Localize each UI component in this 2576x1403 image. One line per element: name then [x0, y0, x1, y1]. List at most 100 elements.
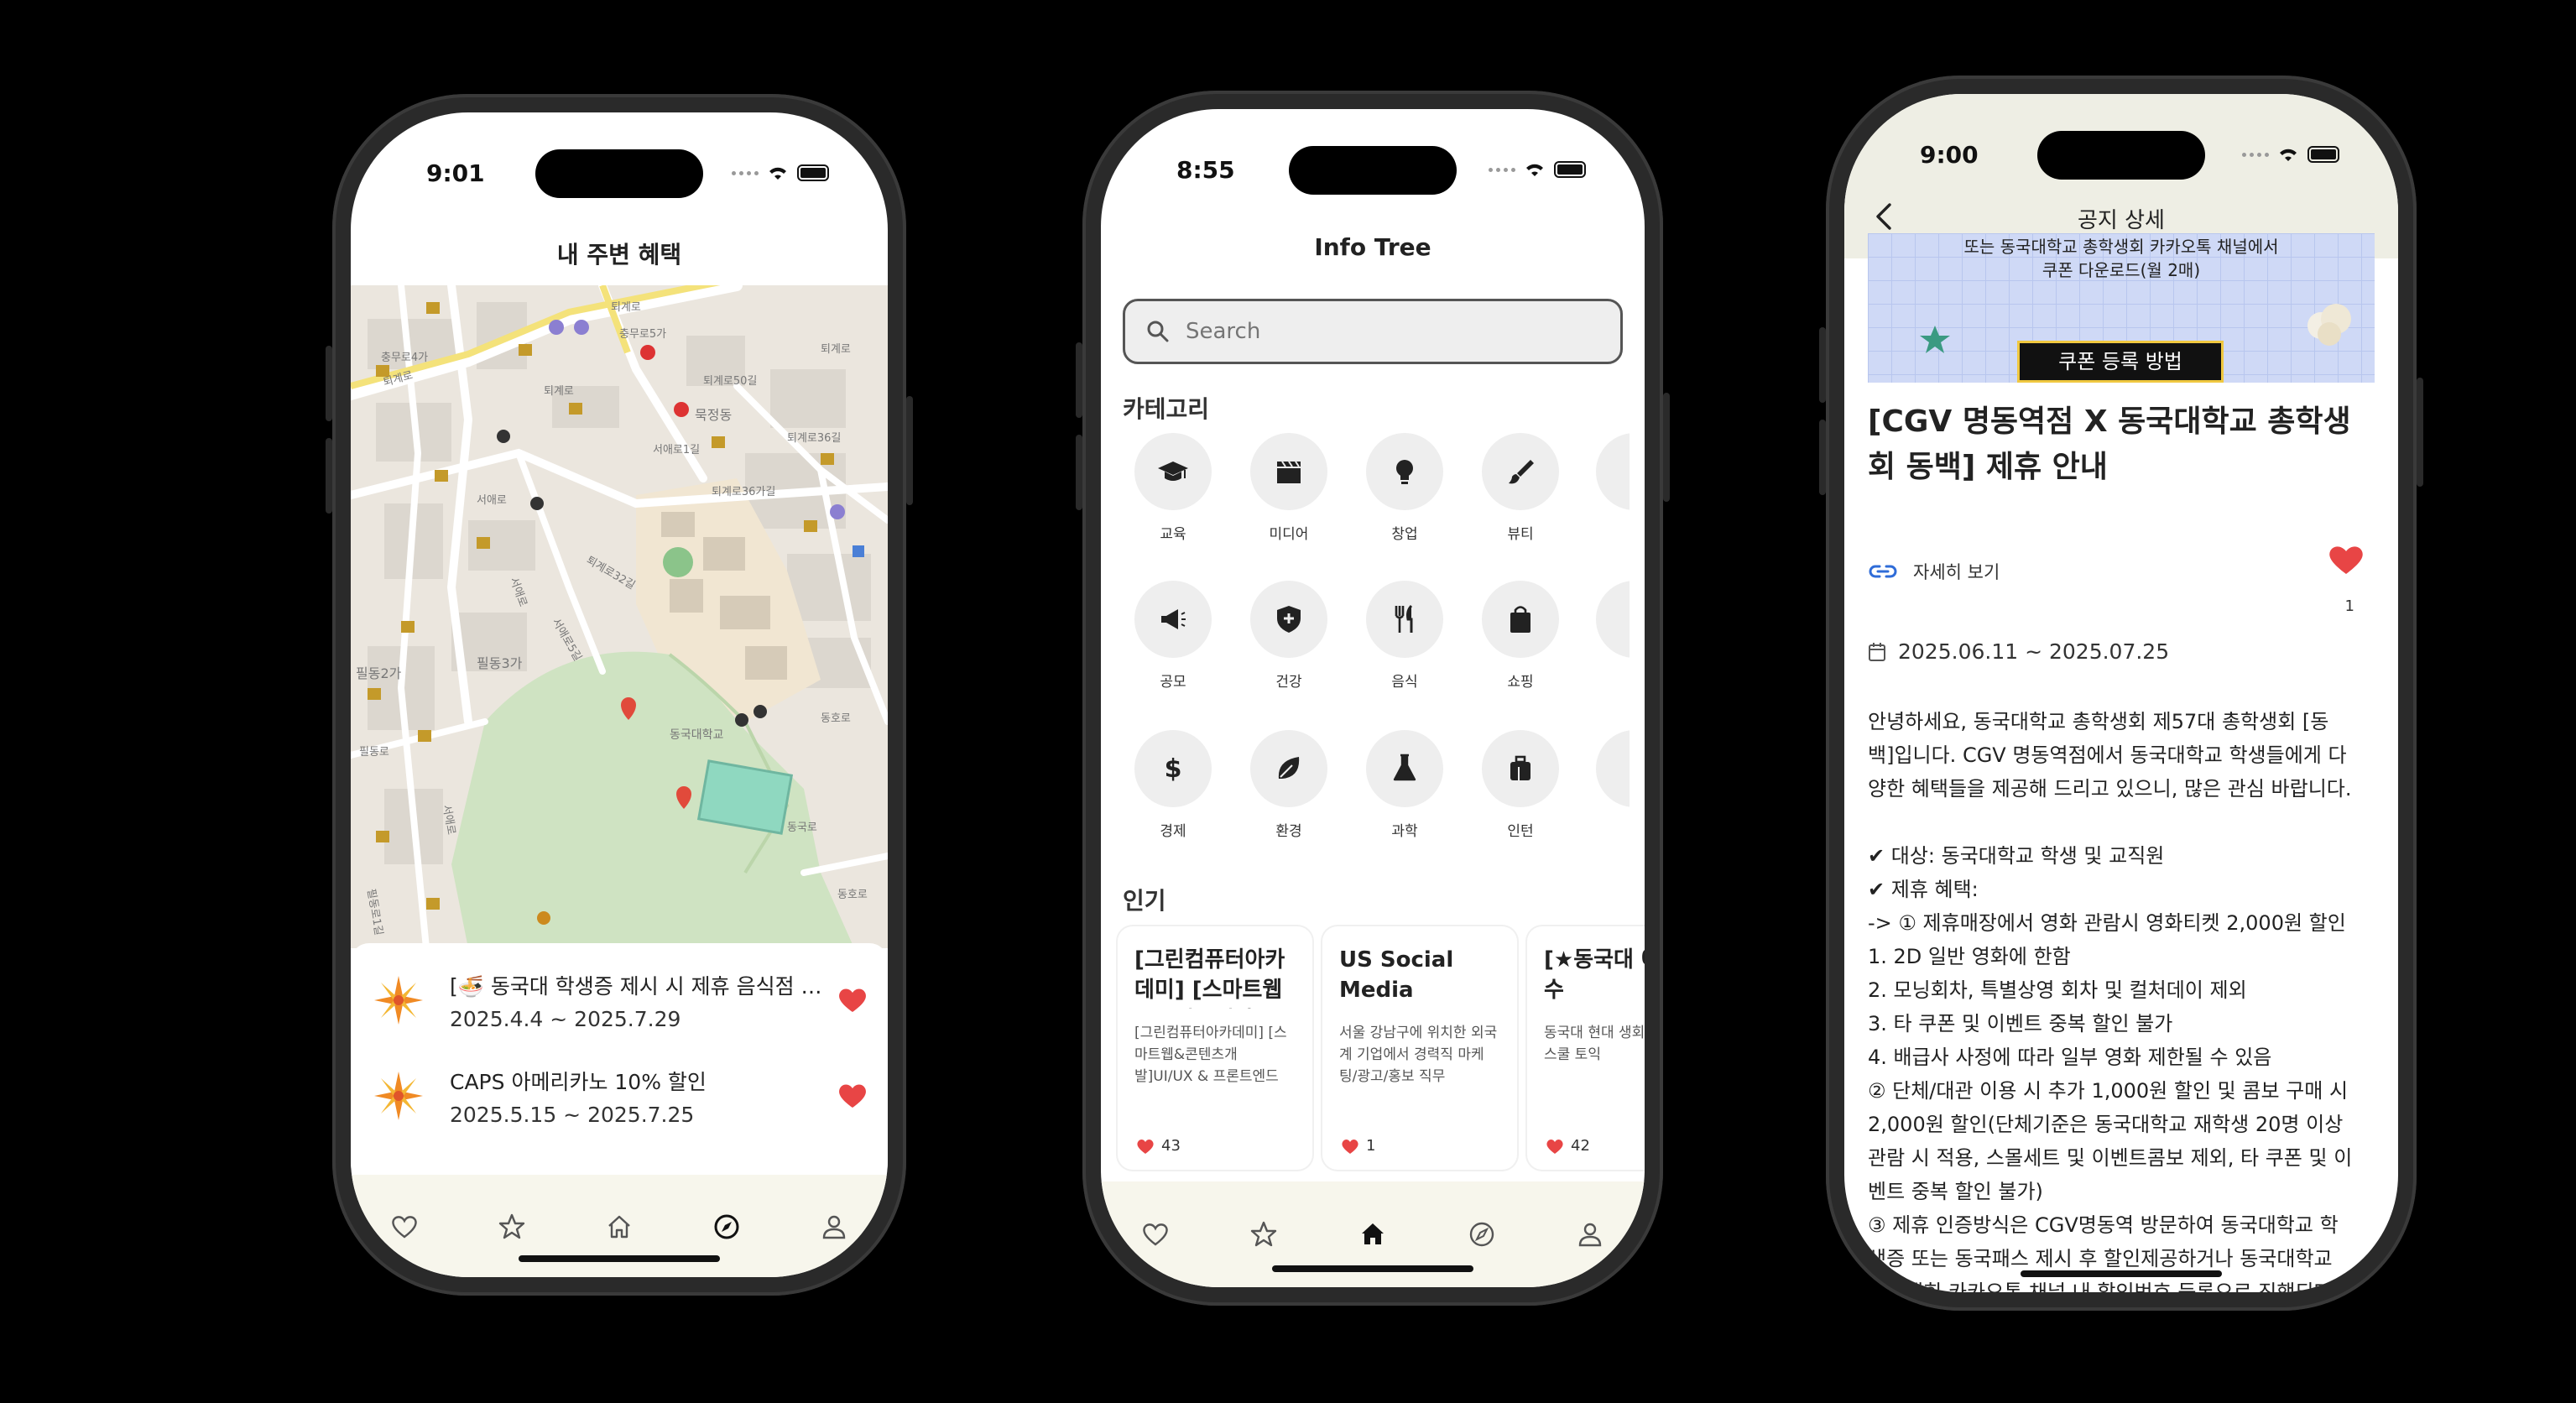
category-beauty[interactable]: 뷰티 — [1480, 433, 1561, 543]
body-line: ✔ 제휴 혜택: — [1868, 878, 1979, 901]
popular-card[interactable]: [★동국대 에듀윌 수 동국대 현대 생회를 통해 원스쿨 토익 42 — [1527, 926, 1645, 1170]
category-environment[interactable]: 환경 — [1249, 730, 1329, 840]
detail-link-label: 자세히 보기 — [1913, 562, 2000, 582]
battery-icon — [797, 164, 829, 181]
status-bar: 8:55 — [1101, 153, 1645, 190]
category-health[interactable]: 건강 — [1249, 581, 1329, 691]
side-button — [326, 438, 332, 514]
star-icon[interactable] — [1249, 1220, 1278, 1249]
svg-text:퇴계로: 퇴계로 — [544, 385, 574, 398]
svg-text:필동로: 필동로 — [359, 746, 389, 759]
body-line: 2. 모닝회차, 특별상영 회차 및 컬처데이 제외 — [1868, 978, 2247, 1002]
banner-line: 쿠폰 다운로드(월 2매) — [2042, 260, 2201, 280]
body-line: 1. 2D 일반 영화에 한함 — [1868, 945, 2071, 968]
popcorn-decoration-icon — [2307, 304, 2351, 346]
phone-map: 9:01 내 주변 혜택 퇴계로 충무로5가 충무로4가 퇴계로 퇴계로50길 … — [326, 94, 913, 1296]
list-item[interactable]: CAPS 아메리카노 10% 할인 2025.5.15 ~ 2025.7.25 — [371, 1054, 868, 1138]
home-indicator — [2021, 1270, 2222, 1277]
heart-icon[interactable] — [390, 1213, 419, 1241]
category-intern[interactable]: 인턴 — [1480, 730, 1561, 840]
dollar-icon: $ — [1165, 754, 1182, 784]
item-title: [🍜 동국대 학생증 제시 시 제휴 음식점 안내] — [450, 973, 822, 999]
heart-filled-icon[interactable] — [837, 987, 868, 1014]
leaf-icon — [1278, 757, 1300, 779]
category-media[interactable]: 미디어 — [1249, 433, 1329, 543]
briefcase-icon — [1510, 755, 1530, 780]
category-science[interactable]: 과학 — [1364, 730, 1445, 840]
home-indicator — [519, 1255, 720, 1262]
star-icon[interactable] — [498, 1213, 526, 1241]
home-indicator — [1272, 1265, 1473, 1272]
compass-icon[interactable] — [1468, 1220, 1496, 1249]
category-heading: 카테고리 — [1123, 395, 1210, 423]
body-line: ✔ 대상: 동국대학교 학생 및 교직원 — [1868, 844, 2165, 868]
body-line: 관람 시 적용, 스몰세트 및 이벤트콤보 제외, 타 쿠폰 및 이 — [1868, 1146, 2353, 1170]
category-more[interactable] — [1596, 730, 1630, 807]
side-button — [326, 346, 332, 421]
category-label: 쇼핑 — [1507, 674, 1534, 691]
heart-icon[interactable] — [1141, 1220, 1170, 1249]
popular-card[interactable]: [그린컴퓨터아카데미] [스마트웹&콘텐츠개발] [그린컴퓨터아카데미] [스마… — [1118, 926, 1312, 1170]
category-contest[interactable]: 공모 — [1133, 581, 1213, 691]
side-button — [1076, 342, 1082, 418]
category-label: 공모 — [1160, 674, 1186, 691]
side-button — [1663, 393, 1670, 502]
list-item[interactable]: [🍜 동국대 학생증 제시 시 제휴 음식점 안내] 2025.4.4 ~ 20… — [371, 958, 868, 1042]
category-shopping[interactable]: 쇼핑 — [1480, 581, 1561, 691]
svg-text:묵정동: 묵정동 — [695, 407, 732, 423]
like-count: 42 — [1571, 1137, 1590, 1155]
item-date: 2025.5.15 ~ 2025.7.25 — [450, 1102, 695, 1127]
search-bar[interactable] — [1123, 299, 1623, 364]
person-icon[interactable] — [820, 1213, 848, 1241]
signal-icon — [732, 170, 759, 175]
screen: 9:01 내 주변 혜택 퇴계로 충무로5가 충무로4가 퇴계로 퇴계로50길 … — [351, 112, 888, 1277]
svg-text:동호로: 동호로 — [837, 889, 868, 901]
category-more[interactable] — [1596, 433, 1630, 510]
heart-filled-icon — [1546, 1139, 1563, 1154]
graduation-cap-icon — [1158, 462, 1188, 481]
category-economy[interactable]: $ 경제 — [1133, 730, 1213, 840]
svg-text:$: $ — [1165, 754, 1182, 784]
home-icon[interactable] — [1358, 1220, 1387, 1249]
category-more[interactable] — [1596, 581, 1630, 658]
svg-text:서애로1길: 서애로1길 — [653, 444, 700, 456]
category-food[interactable]: 음식 — [1364, 581, 1445, 691]
body-line: 4. 배급사 사정에 따라 일부 영화 제한될 수 있음 — [1868, 1046, 2272, 1069]
map-view[interactable]: 퇴계로 충무로5가 충무로4가 퇴계로 퇴계로50길 묵정동 서애로1길 필동2가 필동3… — [351, 285, 888, 948]
item-date: 2025.4.4 ~ 2025.7.29 — [450, 1006, 681, 1031]
like-count: 1 — [1366, 1137, 1376, 1155]
date-range: 2025.06.11 ~ 2025.07.25 — [1898, 639, 2170, 664]
person-icon[interactable] — [1576, 1220, 1604, 1249]
item-title: CAPS 아메리카노 10% 할인 — [450, 1069, 707, 1094]
heart-filled-icon[interactable] — [837, 1082, 868, 1109]
compass-icon[interactable] — [712, 1213, 741, 1241]
sunflower-logo-icon — [374, 976, 423, 1025]
category-education[interactable]: 교육 — [1133, 433, 1213, 543]
wifi-icon — [769, 167, 786, 180]
search-icon — [1147, 321, 1169, 342]
status-bar: 9:01 — [351, 156, 888, 193]
detail-link[interactable]: 자세히 보기 — [1868, 559, 2000, 584]
body-line: 3. 타 쿠폰 및 이벤트 중복 할인 불가 — [1868, 1012, 2173, 1035]
search-input[interactable] — [1186, 319, 1521, 344]
battery-icon — [2307, 146, 2339, 163]
popular-card[interactable]: US Social Media Marketing 서울 강남구에 위치한 외국… — [1322, 926, 1517, 1170]
body-line: 백]입니다. CGV 명동역점에서 동국대학교 학생들에게 다 — [1868, 743, 2347, 767]
star-decoration-icon — [1920, 326, 1950, 353]
body-line: 안녕하세요, 동국대학교 총학생회 제57대 총학생회 [동 — [1868, 710, 2329, 733]
category-label: 건강 — [1275, 674, 1302, 691]
svg-text:동국로: 동국로 — [787, 821, 817, 834]
signal-icon — [2242, 152, 2269, 157]
svg-text:충무로4가: 충무로4가 — [381, 352, 428, 364]
category-startup[interactable]: 창업 — [1364, 433, 1445, 543]
svg-text:서애로: 서애로 — [477, 494, 507, 507]
category-label: 경제 — [1160, 823, 1186, 840]
svg-text:필동3가: 필동3가 — [477, 655, 523, 671]
home-icon[interactable] — [605, 1213, 634, 1241]
wifi-icon — [1526, 164, 1543, 176]
page-title: 공지 상세 — [2078, 208, 2165, 233]
phone-info-tree: 8:55 Info Tree 카테고리 교육 미디어 창업 — [1076, 91, 1670, 1306]
heart-filled-icon[interactable] — [2328, 544, 2365, 576]
body-line: 벤트 중복 할인 불가) — [1868, 1180, 2043, 1203]
signal-icon — [1489, 167, 1515, 172]
